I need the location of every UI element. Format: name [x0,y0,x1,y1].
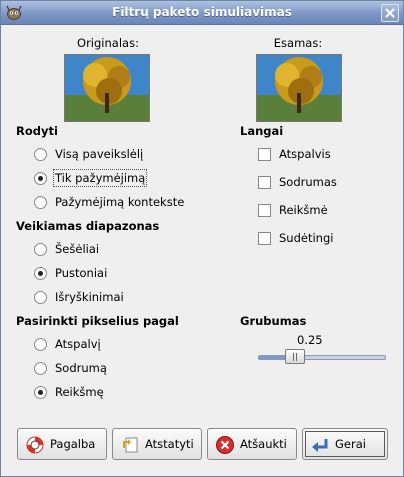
help-label: Pagalba [50,437,96,451]
radio-indicator[interactable] [34,362,47,375]
title-bar[interactable]: Filtrų paketo simuliavimas [1,1,403,25]
checkbox-indicator[interactable] [258,204,271,217]
original-label: Originalas: [77,36,139,50]
radio-indicator[interactable] [34,267,47,280]
checkbox-indicator[interactable] [258,232,271,245]
radio-indicator[interactable] [34,148,47,161]
enter-arrow-icon [312,439,328,452]
filter-pack-dialog: Filtrų paketo simuliavimas Originalas: E… [0,0,404,477]
checkbox-label: Sodrumas [279,175,337,189]
tree-image [65,55,149,121]
grubumas-value: 0.25 [297,333,323,347]
ok-button[interactable]: Gerai [302,428,388,460]
checkbox-label: Atspalvis [279,147,331,161]
radio-label: Šešėliai [55,242,100,256]
radio-label: Pažymėjimą kontekste [55,195,185,209]
cancel-label: Atšaukti [240,437,287,451]
radio-indicator[interactable] [34,196,47,209]
grubumas-slider-thumb[interactable] [285,349,305,364]
close-button[interactable] [381,4,399,22]
checkbox-label: Sudėtingi [279,231,334,245]
tree-image [257,55,341,121]
lifebuoy-icon [26,436,44,454]
langai-heading: Langai [240,124,284,138]
cancel-button[interactable]: Atšaukti [207,428,297,460]
rodyti-heading: Rodyti [16,124,58,138]
current-label: Esamas: [273,36,323,50]
grubumas-slider-track[interactable] [258,355,386,360]
diapazonas-heading: Veikiamas diapazonas [16,219,160,233]
close-icon [385,8,395,18]
window-title: Filtrų paketo simuliavimas [112,5,292,19]
ok-label: Gerai [335,437,366,451]
reset-icon [123,437,138,453]
radio-indicator[interactable] [34,338,47,351]
radio-indicator[interactable] [34,172,47,185]
original-preview [64,54,150,122]
radio-label: Pustoniai [55,266,108,280]
grubumas-heading: Grubumas [240,314,307,328]
reset-label: Atstatyti [145,437,194,451]
current-preview [256,54,342,122]
cancel-icon [216,436,234,454]
reset-button[interactable]: Atstatyti [112,428,202,460]
radio-indicator[interactable] [34,243,47,256]
radio-indicator[interactable] [34,386,47,399]
radio-indicator[interactable] [34,291,47,304]
checkbox-label: Reikšmė [279,203,328,217]
radio-label: Reikšmę [55,385,104,399]
radio-label: Atspalvį [55,337,101,351]
radio-label: Sodrumą [55,361,107,375]
pikseliai-heading: Pasirinkti pikselius pagal [16,314,179,328]
checkbox-indicator[interactable] [258,148,271,161]
help-button[interactable]: Pagalba [17,428,107,460]
checkbox-indicator[interactable] [258,176,271,189]
radio-label: Išryškinimai [55,290,124,304]
radio-label: Tik pažymėjimą [52,169,148,187]
radio-label: Visą paveikslėlį [55,147,144,161]
